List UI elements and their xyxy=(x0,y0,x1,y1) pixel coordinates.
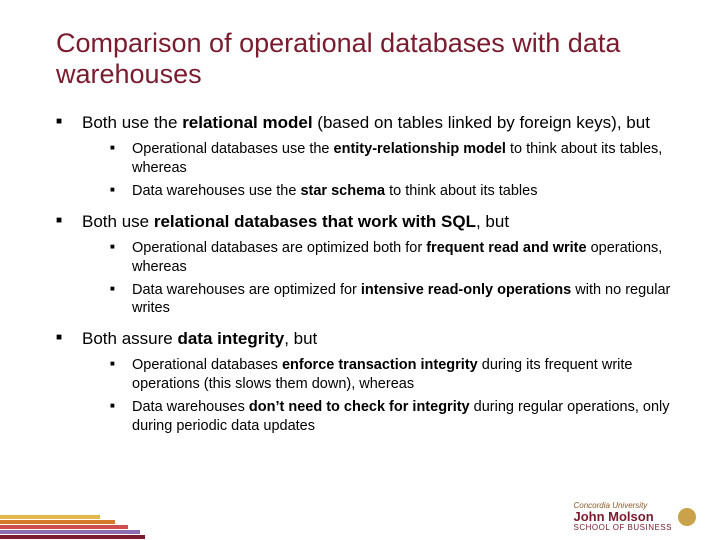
logo-text: Concordia University John Molson SCHOOL … xyxy=(574,502,673,532)
stripe-icon xyxy=(0,515,100,519)
bullet-list: Both use the relational model (based on … xyxy=(56,112,672,436)
text: Operational databases xyxy=(132,357,282,373)
bold: data integrity xyxy=(177,329,284,348)
text: Data warehouses use the xyxy=(132,183,300,199)
sub-bullet: Data warehouses don’t need to check for … xyxy=(110,398,672,436)
bold: star schema xyxy=(300,183,385,199)
bold: frequent read and write xyxy=(426,240,586,256)
bold: relational model xyxy=(182,113,312,132)
footer-stripes xyxy=(0,508,145,540)
logo-name: John Molson xyxy=(574,510,673,524)
sub-bullet: Operational databases are optimized both… xyxy=(110,239,672,277)
sub-list: Operational databases use the entity-rel… xyxy=(82,140,672,201)
slide: Comparison of operational databases with… xyxy=(0,0,720,540)
text: Data warehouses are optimized for xyxy=(132,282,361,298)
sub-bullet: Operational databases enforce transactio… xyxy=(110,356,672,394)
text: , but xyxy=(284,329,317,348)
text: , but xyxy=(476,212,509,231)
footer-logo: Concordia University John Molson SCHOOL … xyxy=(574,502,697,532)
bullet-2: Both use relational databases that work … xyxy=(56,211,672,318)
stripe-icon xyxy=(0,530,140,534)
bold: intensive read-only operations xyxy=(361,282,571,298)
bold: relational databases that work with SQL xyxy=(154,212,476,231)
bullet-3: Both assure data integrity, but Operatio… xyxy=(56,328,672,435)
sub-list: Operational databases are optimized both… xyxy=(82,239,672,318)
sub-bullet: Data warehouses use the star schema to t… xyxy=(110,182,672,201)
text: Data warehouses xyxy=(132,399,249,415)
text: to think about its tables xyxy=(385,183,537,199)
text: Both use the xyxy=(82,113,182,132)
text: Operational databases are optimized both… xyxy=(132,240,426,256)
seal-icon xyxy=(678,508,696,526)
bold: entity-relationship model xyxy=(334,141,506,157)
stripe-icon xyxy=(0,525,128,529)
bullet-1: Both use the relational model (based on … xyxy=(56,112,672,201)
text: Both use xyxy=(82,212,154,231)
sub-list: Operational databases enforce transactio… xyxy=(82,356,672,435)
slide-title: Comparison of operational databases with… xyxy=(56,28,672,90)
text: (based on tables linked by foreign keys)… xyxy=(313,113,650,132)
stripe-icon xyxy=(0,535,145,539)
bold: enforce transaction integrity xyxy=(282,357,478,373)
text: Both assure xyxy=(82,329,177,348)
logo-school: SCHOOL OF BUSINESS xyxy=(574,524,673,532)
text: Operational databases use the xyxy=(132,141,334,157)
sub-bullet: Data warehouses are optimized for intens… xyxy=(110,281,672,319)
sub-bullet: Operational databases use the entity-rel… xyxy=(110,140,672,178)
bold: don’t need to check for integrity xyxy=(249,399,470,415)
stripe-icon xyxy=(0,520,115,524)
